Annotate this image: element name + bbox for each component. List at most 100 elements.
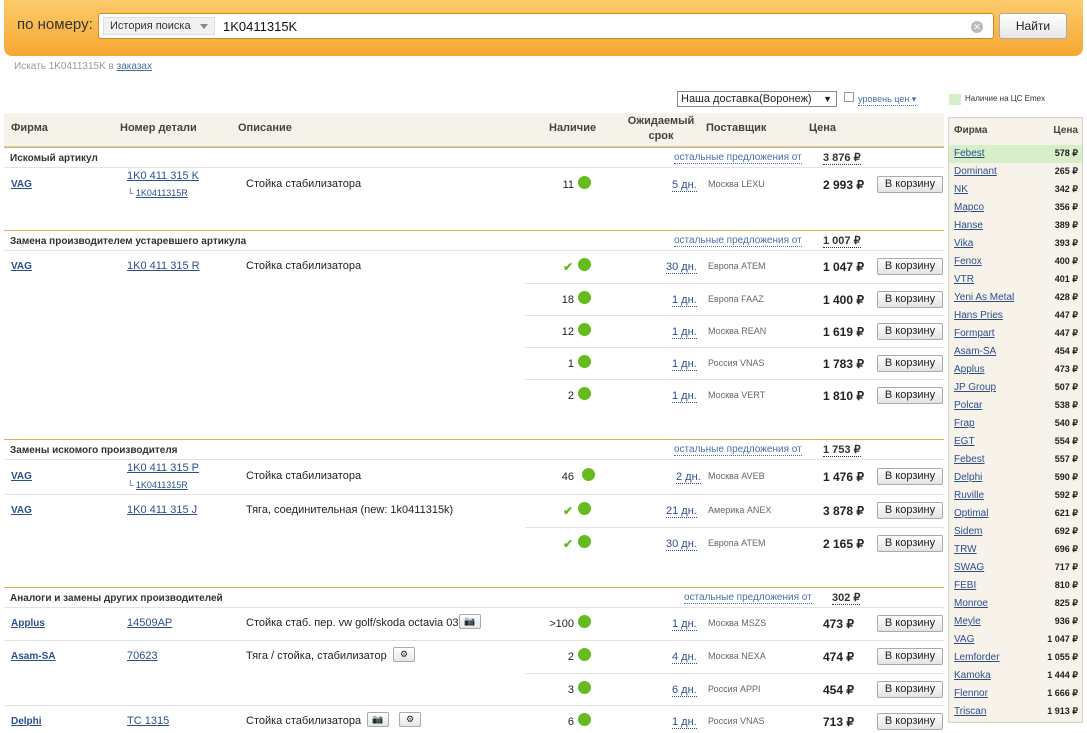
sidebar-brand-link[interactable]: EGT: [954, 436, 975, 447]
sidebar-brand-link[interactable]: Fenox: [954, 256, 982, 267]
sidebar-brand-link[interactable]: Monroe: [954, 598, 988, 609]
sidebar-brand-row[interactable]: Optimal 621 ₽: [949, 505, 1082, 523]
sidebar-brand-link[interactable]: Hans Pries: [954, 310, 1003, 321]
part-number-link[interactable]: TC 1315: [127, 715, 169, 727]
sidebar-brand-row[interactable]: Febest 578 ₽: [949, 145, 1082, 163]
sidebar-brand-link[interactable]: Polcar: [954, 400, 982, 411]
sidebar-brand-row[interactable]: VTR 401 ₽: [949, 271, 1082, 289]
other-offers-link[interactable]: остальные предложения от: [684, 592, 812, 604]
sidebar-brand-link[interactable]: Flennor: [954, 688, 988, 699]
search-query[interactable]: 1K0411315K: [223, 19, 297, 34]
sidebar-brand-row[interactable]: Flennor 1 666 ₽: [949, 685, 1082, 703]
add-to-cart-button[interactable]: В корзину: [877, 291, 943, 308]
sidebar-brand-link[interactable]: Hanse: [954, 220, 983, 231]
part-number-link[interactable]: 14509AP: [127, 617, 172, 629]
other-offers-link[interactable]: остальные предложения от: [674, 152, 802, 164]
part-number-link[interactable]: 1K0 411 315 P: [127, 462, 199, 474]
sidebar-brand-link[interactable]: Ruville: [954, 490, 984, 501]
sidebar-brand-row[interactable]: Fenox 400 ₽: [949, 253, 1082, 271]
sidebar-brand-link[interactable]: SWAG: [954, 562, 984, 573]
add-to-cart-button[interactable]: В корзину: [877, 323, 943, 340]
part-number-link[interactable]: 70623: [127, 650, 158, 662]
delivery-term[interactable]: 4 дн.: [672, 651, 697, 664]
add-to-cart-button[interactable]: В корзину: [877, 615, 943, 632]
add-to-cart-button[interactable]: В корзину: [877, 648, 943, 665]
sidebar-brand-link[interactable]: Kamoka: [954, 670, 991, 681]
sidebar-brand-row[interactable]: Dominant 265 ₽: [949, 163, 1082, 181]
sidebar-brand-row[interactable]: NK 342 ₽: [949, 181, 1082, 199]
sidebar-brand-row[interactable]: Mapco 356 ₽: [949, 199, 1082, 217]
other-offers-price[interactable]: 1 753 ₽: [823, 443, 861, 457]
find-button[interactable]: Найти: [999, 13, 1067, 39]
sidebar-brand-row[interactable]: Vika 393 ₽: [949, 235, 1082, 253]
sidebar-brand-row[interactable]: Yeni As Metal 428 ₽: [949, 289, 1082, 307]
sidebar-brand-row[interactable]: Kamoka 1 444 ₽: [949, 667, 1082, 685]
settings-button[interactable]: ⚙: [393, 647, 415, 662]
sidebar-brand-row[interactable]: Delphi 590 ₽: [949, 469, 1082, 487]
sidebar-brand-row[interactable]: Hans Pries 447 ₽: [949, 307, 1082, 325]
sidebar-brand-link[interactable]: JP Group: [954, 382, 996, 393]
other-offers-price[interactable]: 302 ₽: [832, 591, 861, 605]
sidebar-brand-row[interactable]: Formpart 447 ₽: [949, 325, 1082, 343]
sidebar-brand-link[interactable]: Febest: [954, 148, 985, 159]
other-offers-link[interactable]: остальные предложения от: [674, 444, 802, 456]
sidebar-brand-link[interactable]: NK: [954, 184, 968, 195]
sidebar-brand-row[interactable]: Hanse 389 ₽: [949, 217, 1082, 235]
brand-link[interactable]: VAG: [11, 471, 32, 482]
sidebar-brand-row[interactable]: EGT 554 ₽: [949, 433, 1082, 451]
delivery-term[interactable]: 1 дн.: [672, 326, 697, 339]
sidebar-brand-link[interactable]: Febest: [954, 454, 985, 465]
sidebar-brand-link[interactable]: Mapco: [954, 202, 984, 213]
sidebar-brand-link[interactable]: Lemforder: [954, 652, 1000, 663]
sidebar-brand-link[interactable]: Optimal: [954, 508, 988, 519]
sidebar-brand-row[interactable]: SWAG 717 ₽: [949, 559, 1082, 577]
add-to-cart-button[interactable]: В корзину: [877, 176, 943, 193]
part-number-link[interactable]: 1K0 411 315 J: [127, 504, 197, 516]
delivery-term[interactable]: 30 дн.: [666, 261, 697, 274]
add-to-cart-button[interactable]: В корзину: [877, 468, 943, 485]
sidebar-brand-row[interactable]: Febest 557 ₽: [949, 451, 1082, 469]
add-to-cart-button[interactable]: В корзину: [877, 713, 943, 730]
other-offers-price[interactable]: 1 007 ₽: [823, 234, 861, 248]
part-sub-link[interactable]: 1K0411315R: [136, 480, 188, 490]
camera-button[interactable]: 📷: [459, 614, 481, 629]
sidebar-brand-link[interactable]: Frap: [954, 418, 975, 429]
add-to-cart-button[interactable]: В корзину: [877, 355, 943, 372]
add-to-cart-button[interactable]: В корзину: [877, 681, 943, 698]
sidebar-brand-row[interactable]: TRW 696 ₽: [949, 541, 1082, 559]
brand-link[interactable]: VAG: [11, 261, 32, 272]
delivery-term[interactable]: 2 дн.: [676, 471, 701, 484]
delivery-term[interactable]: 1 дн.: [672, 294, 697, 307]
add-to-cart-button[interactable]: В корзину: [877, 387, 943, 404]
sidebar-brand-link[interactable]: Asam-SA: [954, 346, 996, 357]
orders-link[interactable]: заказах: [117, 61, 152, 72]
part-number-link[interactable]: 1K0 411 315 K: [127, 170, 199, 182]
part-number-link[interactable]: 1K0 411 315 R: [127, 260, 200, 272]
delivery-term[interactable]: 30 дн.: [666, 538, 697, 551]
sidebar-brand-row[interactable]: Monroe 825 ₽: [949, 595, 1082, 613]
sidebar-brand-row[interactable]: Sidem 692 ₽: [949, 523, 1082, 541]
sidebar-brand-row[interactable]: Polcar 538 ₽: [949, 397, 1082, 415]
search-input[interactable]: История поиска 1K0411315K ✕: [98, 13, 994, 39]
delivery-term[interactable]: 1 дн.: [672, 716, 697, 729]
camera-button[interactable]: 📷: [367, 712, 389, 727]
sidebar-brand-row[interactable]: Asam-SA 454 ₽: [949, 343, 1082, 361]
sidebar-brand-link[interactable]: VTR: [954, 274, 974, 285]
part-sub-link[interactable]: 1K0411315R: [136, 188, 188, 198]
delivery-term[interactable]: 1 дн.: [672, 390, 697, 403]
other-offers-price[interactable]: 3 876 ₽: [823, 151, 861, 165]
sidebar-brand-row[interactable]: Ruville 592 ₽: [949, 487, 1082, 505]
add-to-cart-button[interactable]: В корзину: [877, 535, 943, 552]
delivery-term[interactable]: 21 дн.: [666, 505, 697, 518]
sidebar-brand-row[interactable]: Meyle 936 ₽: [949, 613, 1082, 631]
add-to-cart-button[interactable]: В корзину: [877, 258, 943, 275]
sidebar-brand-link[interactable]: Delphi: [954, 472, 982, 483]
sidebar-brand-link[interactable]: Dominant: [954, 166, 997, 177]
sidebar-brand-row[interactable]: Lemforder 1 055 ₽: [949, 649, 1082, 667]
price-level-checkbox[interactable]: [844, 92, 854, 102]
sidebar-brand-link[interactable]: TRW: [954, 544, 977, 555]
sidebar-brand-link[interactable]: Vika: [954, 238, 973, 249]
sidebar-brand-link[interactable]: VAG: [954, 634, 974, 645]
sidebar-brand-row[interactable]: JP Group 507 ₽: [949, 379, 1082, 397]
sidebar-brand-row[interactable]: FEBI 810 ₽: [949, 577, 1082, 595]
